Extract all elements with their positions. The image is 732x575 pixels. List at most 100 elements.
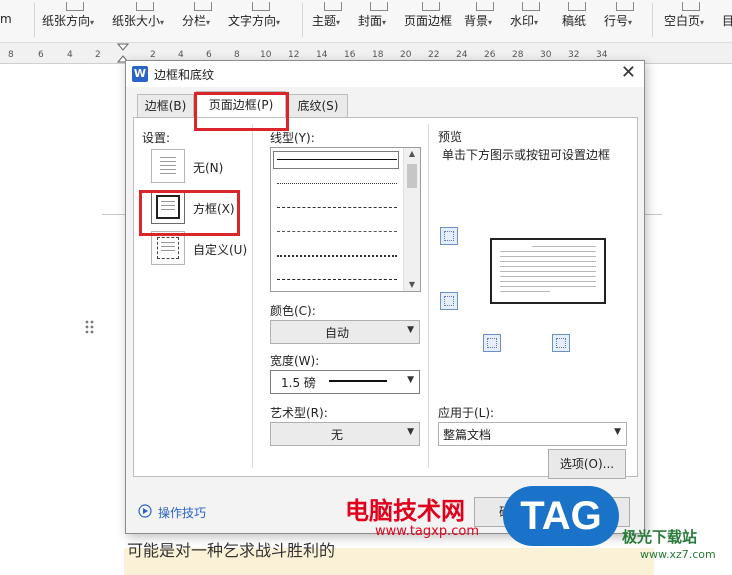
paper-orientation-label: 纸张方向 bbox=[42, 14, 91, 28]
panel-separator bbox=[428, 124, 429, 468]
dropdown-arrow-icon: ▼ bbox=[407, 427, 414, 437]
document-text: 可能是对一种乞求战斗胜利的 bbox=[127, 541, 336, 560]
ribbon-partial-item[interactable]: m bbox=[0, 0, 14, 42]
ruler-number: 32 bbox=[568, 50, 580, 60]
top-border-icon[interactable] bbox=[440, 227, 458, 245]
line-style-label: 线型(Y): bbox=[270, 131, 315, 145]
line-number-button[interactable]: 行号▾ bbox=[604, 0, 644, 42]
manuscript-paper-label: 稿纸 bbox=[562, 14, 587, 28]
download-site-name: 极光下载站 bbox=[622, 528, 698, 546]
text-direction-button[interactable]: 文字方向▾ bbox=[228, 0, 292, 42]
tips-icon[interactable] bbox=[138, 504, 152, 521]
blank-page-icon bbox=[682, 2, 700, 11]
art-label: 艺术型(R): bbox=[270, 406, 328, 420]
line-number-label: 行号 bbox=[604, 14, 629, 28]
line-style-dash-small[interactable] bbox=[277, 231, 397, 232]
ruler-number: 12 bbox=[288, 50, 300, 60]
preview-page[interactable] bbox=[490, 238, 606, 304]
tips-link[interactable]: 操作技巧 bbox=[158, 504, 206, 521]
line-style-dotted[interactable] bbox=[277, 183, 397, 184]
setting-none-label[interactable]: 无(N) bbox=[193, 159, 223, 176]
background-icon bbox=[476, 2, 494, 11]
ruler-number: 28 bbox=[512, 50, 524, 60]
dialog-titlebar[interactable]: W 边框和底纹 ✕ bbox=[126, 61, 644, 87]
highlight-page-border-tab bbox=[194, 92, 289, 131]
ruler-number: 14 bbox=[316, 50, 328, 60]
color-select[interactable]: 自动 ▼ bbox=[270, 320, 420, 344]
page-border-panel: 设置: 无(N) 方框(X) 自定义(U) 线型(Y): ▲ ▼ 颜色(C): … bbox=[133, 117, 638, 477]
cover-icon bbox=[370, 2, 388, 11]
cover-button[interactable]: 封面▾ bbox=[358, 0, 398, 42]
chevron-down-icon: ▾ bbox=[336, 18, 341, 27]
text-direction-label: 文字方向 bbox=[228, 14, 277, 28]
line-style-scrollbar[interactable]: ▲ ▼ bbox=[403, 148, 420, 291]
margin-marker bbox=[102, 214, 126, 215]
paper-size-button[interactable]: 纸张大小▾ bbox=[112, 0, 176, 42]
ruler-number: 30 bbox=[540, 50, 552, 60]
highlight-box-setting bbox=[139, 190, 240, 236]
blank-page-button[interactable]: 空白页▾ bbox=[664, 0, 716, 42]
watermark-url: www.tagxp.com bbox=[375, 524, 479, 539]
chevron-down-icon: ▾ bbox=[488, 18, 493, 27]
setting-none-icon[interactable] bbox=[151, 149, 185, 183]
ruler-number: 8 bbox=[8, 50, 14, 60]
left-border-icon[interactable] bbox=[483, 334, 501, 352]
apply-to-select[interactable]: 整篇文档 ▼ bbox=[438, 422, 627, 446]
dropdown-arrow-icon: ▼ bbox=[407, 375, 414, 385]
ribbon-separator bbox=[34, 3, 35, 37]
watermark-button[interactable]: 水印▾ bbox=[510, 0, 550, 42]
ruler-number: 24 bbox=[456, 50, 468, 60]
width-value: 1.5 磅 bbox=[281, 376, 316, 390]
tab-shading[interactable]: 底纹(S) bbox=[288, 94, 348, 117]
bottom-border-icon[interactable] bbox=[440, 292, 458, 310]
ruler-number: 4 bbox=[67, 50, 73, 60]
art-select[interactable]: 无 ▼ bbox=[270, 422, 420, 446]
manuscript-paper-button[interactable]: 稿纸 bbox=[562, 0, 590, 42]
ruler-number: 8 bbox=[234, 50, 240, 60]
cover-label: 封面 bbox=[358, 14, 383, 28]
chevron-down-icon: ▾ bbox=[206, 18, 211, 27]
watermark-site-name: 电脑技术网 bbox=[345, 497, 465, 525]
line-style-list[interactable]: ▲ ▼ bbox=[270, 147, 421, 292]
setting-label: 设置: bbox=[142, 131, 171, 145]
theme-label: 主题 bbox=[312, 14, 337, 28]
color-label: 颜色(C): bbox=[270, 304, 316, 318]
line-style-dash-dot-dot[interactable] bbox=[277, 279, 397, 280]
columns-button[interactable]: 分栏▾ bbox=[182, 0, 224, 42]
setting-custom-label[interactable]: 自定义(U) bbox=[193, 241, 247, 258]
line-style-dash-dot[interactable] bbox=[277, 255, 397, 257]
panel-separator bbox=[252, 124, 253, 468]
ruler-number: 16 bbox=[344, 50, 356, 60]
watermark-icon bbox=[522, 2, 540, 11]
ribbon-partial-label: m bbox=[0, 12, 12, 26]
blank-page-label: 空白页 bbox=[664, 14, 701, 28]
ruler-number: 20 bbox=[400, 50, 412, 60]
line-style-dashed[interactable] bbox=[277, 207, 397, 208]
setting-custom-icon[interactable] bbox=[151, 231, 185, 265]
ruler-number: 22 bbox=[428, 50, 440, 60]
options-button[interactable]: 选项(O)... bbox=[548, 449, 626, 479]
paper-orientation-icon bbox=[66, 2, 84, 11]
line-style-solid[interactable] bbox=[277, 159, 397, 160]
right-border-icon[interactable] bbox=[552, 334, 570, 352]
drag-handle-icon[interactable] bbox=[85, 320, 95, 334]
tab-borders[interactable]: 边框(B) bbox=[137, 94, 194, 117]
dropdown-arrow-icon: ▼ bbox=[407, 325, 414, 335]
page-border-button[interactable]: 页面边框 bbox=[404, 0, 456, 42]
background-button[interactable]: 背景▾ bbox=[464, 0, 504, 42]
ruler-number: 34 bbox=[596, 50, 608, 60]
line-style-selected bbox=[273, 151, 399, 169]
close-icon[interactable]: ✕ bbox=[621, 62, 636, 83]
watermark-label: 水印 bbox=[510, 14, 535, 28]
ribbon-partial-item-right[interactable]: 目 bbox=[722, 0, 732, 42]
scroll-down-icon[interactable]: ▼ bbox=[404, 279, 420, 291]
chevron-down-icon: ▾ bbox=[276, 18, 281, 27]
width-select[interactable]: 1.5 磅 ▼ bbox=[270, 370, 420, 394]
dropdown-arrow-icon: ▼ bbox=[614, 427, 621, 437]
theme-button[interactable]: 主题▾ bbox=[312, 0, 352, 42]
tag-logo: TAG bbox=[503, 486, 619, 546]
scroll-thumb[interactable] bbox=[407, 164, 417, 188]
page-border-icon bbox=[422, 2, 440, 11]
paper-orientation-button[interactable]: 纸张方向▾ bbox=[42, 0, 106, 42]
scroll-up-icon[interactable]: ▲ bbox=[404, 148, 420, 160]
